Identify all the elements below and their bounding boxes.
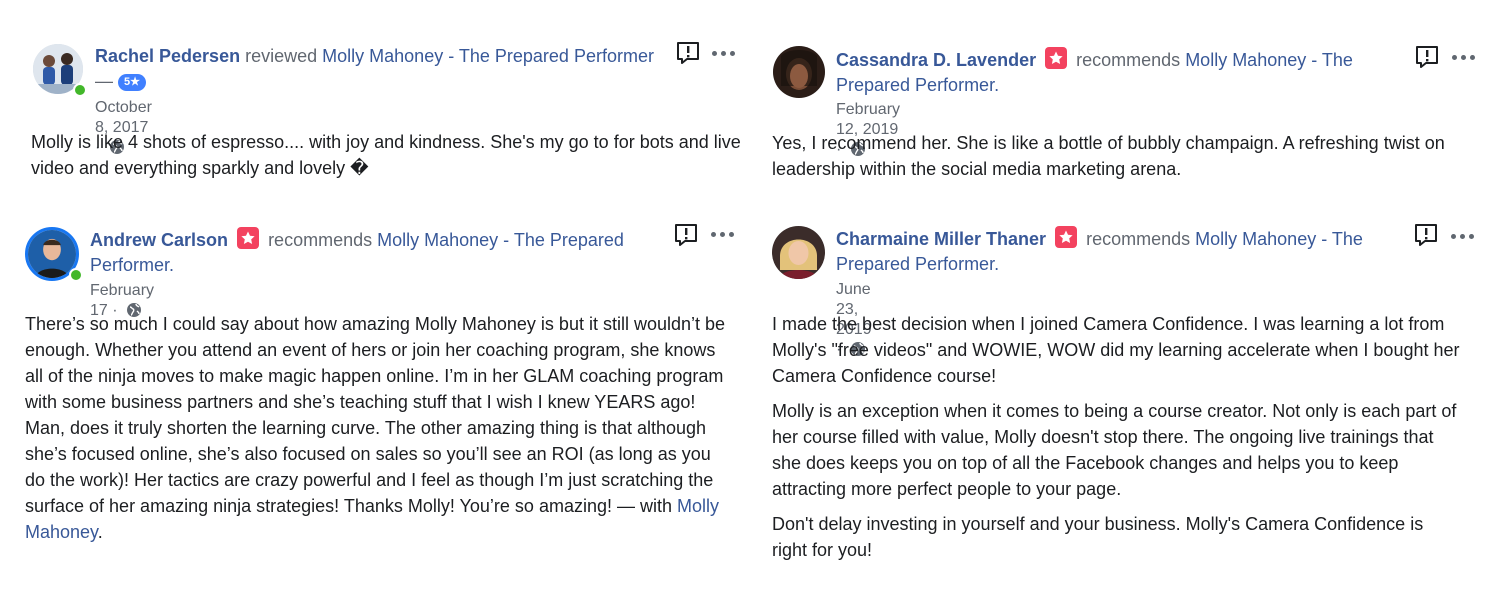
page-link[interactable]: Molly Mahoney - The Prepared Performer (322, 46, 654, 66)
report-flag-icon[interactable] (675, 40, 701, 66)
review-header: Andrew Carlson recommends Molly Mahoney … (90, 227, 680, 278)
online-status-dot (73, 83, 87, 97)
review-verb: recommends (268, 230, 373, 250)
report-flag-icon[interactable] (1413, 222, 1439, 248)
recommendation-icon (237, 227, 260, 249)
review-text: There’s so much I could say about how am… (25, 314, 726, 516)
recommendation-icon (1055, 226, 1078, 248)
rating-separator: — (95, 71, 113, 91)
review-paragraph: I made the best decision when I joined C… (772, 314, 1460, 386)
review-header: Rachel Pedersen reviewed Molly Mahoney -… (95, 44, 665, 94)
review-verb: recommends (1086, 229, 1191, 249)
more-options-icon[interactable] (1452, 52, 1476, 62)
avatar[interactable] (773, 46, 825, 98)
review-body: I made the best decision when I joined C… (772, 311, 1462, 572)
avatar[interactable] (772, 226, 825, 279)
review-paragraph: Don't delay investing in yourself and yo… (772, 514, 1424, 560)
more-options-icon[interactable] (711, 229, 735, 239)
review-text-end: . (97, 522, 103, 542)
rating-badge: 5★ (118, 74, 146, 91)
author-name[interactable]: Charmaine Miller Thaner (836, 229, 1046, 249)
recommendation-icon (1045, 47, 1068, 69)
review-paragraph: Molly is an exception when it comes to b… (772, 401, 1457, 499)
online-status-dot (69, 268, 83, 282)
report-flag-icon[interactable] (673, 222, 699, 248)
author-name[interactable]: Cassandra D. Lavender (836, 50, 1036, 70)
review-verb: reviewed (245, 46, 318, 66)
review-header: Cassandra D. Lavender recommends Molly M… (836, 47, 1406, 98)
author-name[interactable]: Andrew Carlson (90, 230, 228, 250)
avatar-image-portrait (772, 226, 825, 279)
review-paragraph: There’s so much I could say about how am… (25, 311, 735, 545)
review-header: Charmaine Miller Thaner recommends Molly… (836, 226, 1426, 277)
review-paragraph: Yes, I recommend her. She is like a bott… (772, 133, 1445, 179)
more-options-icon[interactable] (1451, 231, 1475, 241)
review-body: Yes, I recommend her. She is like a bott… (772, 130, 1462, 191)
report-flag-icon[interactable] (1414, 44, 1440, 70)
review-body: There’s so much I could say about how am… (25, 311, 735, 554)
review-verb: recommends (1076, 50, 1181, 70)
more-options-icon[interactable] (712, 48, 736, 58)
review-body: Molly is like 4 shots of espresso.... wi… (31, 129, 741, 190)
author-name[interactable]: Rachel Pedersen (95, 46, 240, 66)
review-paragraph: Molly is like 4 shots of espresso.... wi… (31, 132, 741, 178)
avatar-image-portrait (773, 46, 825, 98)
